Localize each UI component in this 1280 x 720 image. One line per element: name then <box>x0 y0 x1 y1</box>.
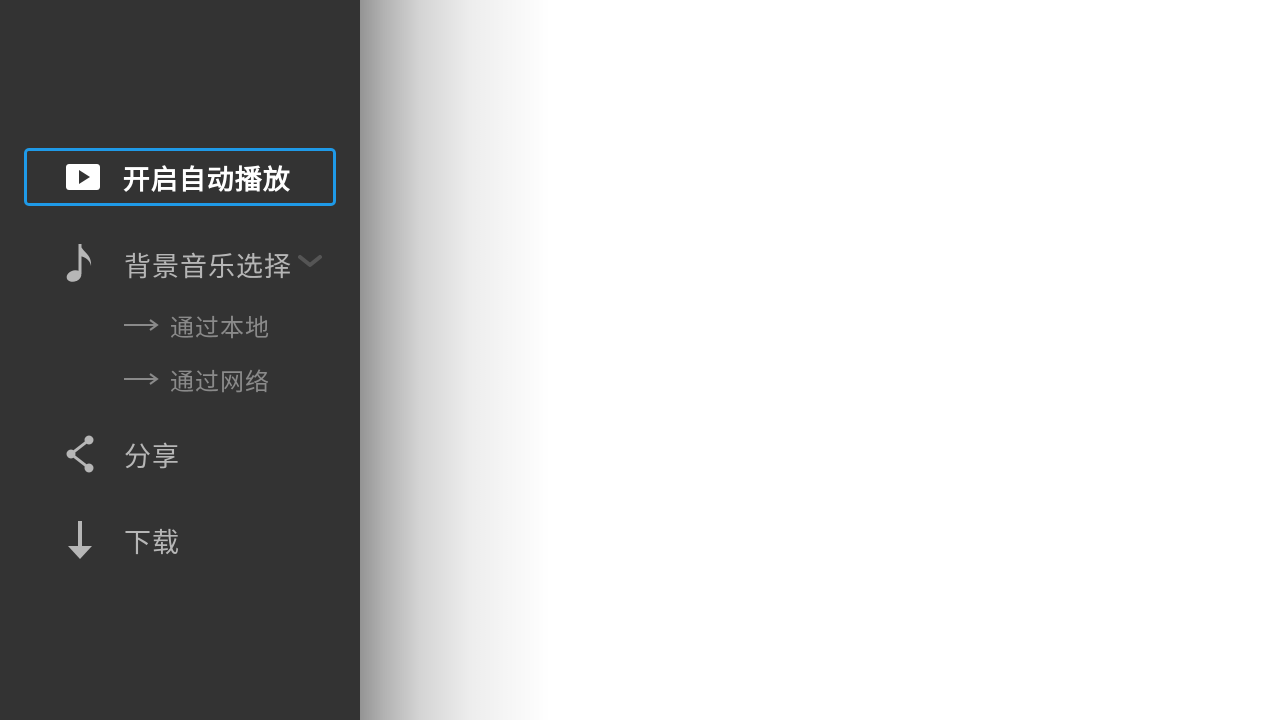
music-source-network[interactable]: 通过网络 <box>124 362 270 396</box>
music-note-icon <box>60 244 100 284</box>
download-menu-item[interactable]: 下载 <box>24 511 336 569</box>
download-arrow-icon <box>60 520 100 560</box>
side-menu: 开启自动播放 背景音乐选择 通过本地 通过网络 分享 下载 <box>0 0 360 720</box>
share-icon <box>60 434 100 474</box>
main-content-area[interactable] <box>560 0 1280 720</box>
drawer-shadow <box>360 0 560 720</box>
background-music-menu-item[interactable]: 背景音乐选择 <box>24 235 336 293</box>
download-label: 下载 <box>124 527 180 559</box>
music-source-local[interactable]: 通过本地 <box>124 308 270 342</box>
music-source-network-label: 通过网络 <box>170 367 270 396</box>
chevron-down-icon <box>298 253 322 269</box>
autoplay-menu-item[interactable]: 开启自动播放 <box>24 148 336 206</box>
music-source-local-label: 通过本地 <box>170 313 270 342</box>
share-menu-item[interactable]: 分享 <box>24 425 336 483</box>
play-icon <box>63 157 103 197</box>
arrow-right-icon <box>124 319 159 331</box>
autoplay-label: 开启自动播放 <box>123 164 291 196</box>
background-music-label: 背景音乐选择 <box>124 251 292 283</box>
share-label: 分享 <box>124 441 180 473</box>
arrow-right-icon <box>124 373 159 385</box>
